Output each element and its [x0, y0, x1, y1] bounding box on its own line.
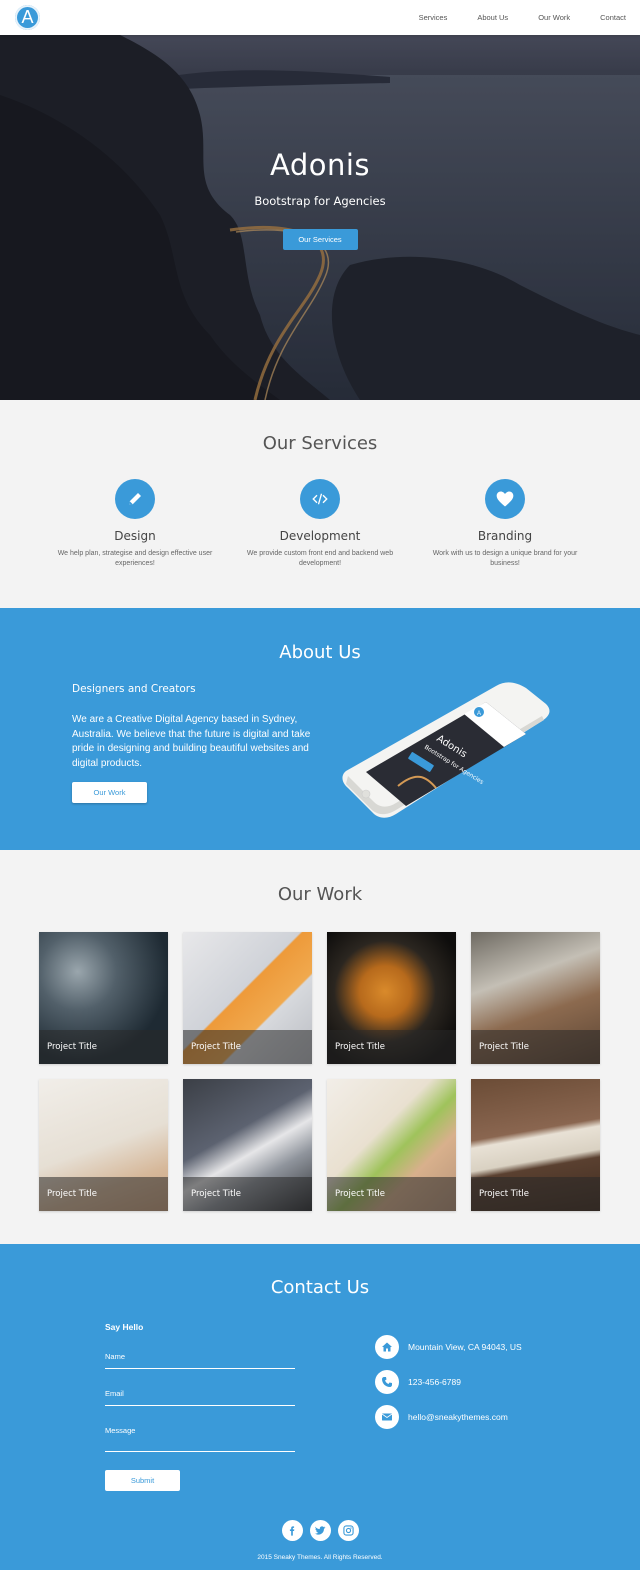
submit-button[interactable]: Submit	[105, 1470, 180, 1491]
about-subtitle: Designers and Creators	[72, 683, 196, 695]
project-title: Project Title	[39, 1030, 168, 1064]
contact-form: Say Hello Name Email Message Submit	[105, 1322, 295, 1491]
message-field[interactable]: Message	[105, 1426, 295, 1452]
nav-links: Services About Us Our Work Contact	[419, 0, 626, 35]
address-row: Mountain View, CA 94043, US	[375, 1334, 522, 1360]
email-row: hello@sneakythemes.com	[375, 1404, 522, 1430]
address-text: Mountain View, CA 94043, US	[408, 1342, 522, 1352]
about-section: About Us Designers and Creators We are a…	[0, 608, 640, 850]
service-text: We help plan, strategise and design effe…	[57, 550, 213, 567]
name-field[interactable]: Name	[105, 1352, 295, 1369]
work-section: Our Work Project Title Project Title Pro…	[0, 850, 640, 1244]
service-branding: Branding Work with us to design a unique…	[415, 479, 595, 569]
service-title: Development	[279, 529, 361, 543]
home-icon	[375, 1335, 399, 1359]
social-links	[0, 1520, 640, 1541]
work-grid: Project Title Project Title Project Titl…	[0, 932, 640, 1211]
services-title: Our Services	[262, 433, 378, 454]
hero-content: Adonis Bootstrap for Agencies Our Servic…	[0, 148, 640, 250]
service-text: Work with us to design a unique brand fo…	[432, 550, 578, 567]
services-row: Design We help plan, strategise and desi…	[0, 479, 640, 569]
hero-subtitle: Bootstrap for Agencies	[254, 194, 386, 208]
contact-section: Contact Us Say Hello Name Email Message …	[0, 1244, 640, 1570]
phone-mockup: A Adonis Bootstrap for Agencies	[342, 682, 550, 818]
phone-row: 123-456-6789	[375, 1369, 522, 1395]
our-work-button[interactable]: Our Work	[72, 782, 147, 803]
project-tile[interactable]: Project Title	[39, 932, 168, 1064]
phone-logo: A	[477, 711, 481, 717]
envelope-icon	[375, 1405, 399, 1429]
project-title: Project Title	[471, 1030, 600, 1064]
nav-link-contact[interactable]: Contact	[600, 13, 626, 22]
email-text[interactable]: hello@sneakythemes.com	[408, 1412, 508, 1422]
project-title: Project Title	[183, 1177, 312, 1211]
navbar: A Services About Us Our Work Contact	[0, 0, 640, 35]
our-services-button[interactable]: Our Services	[282, 229, 358, 250]
hero-title: Adonis	[269, 148, 371, 182]
copyright: 2015 Sneaky Themes. All Rights Reserved.	[257, 1554, 383, 1561]
nav-link-work[interactable]: Our Work	[538, 13, 570, 22]
phone-icon	[375, 1370, 399, 1394]
project-title: Project Title	[327, 1177, 456, 1211]
project-tile[interactable]: Project Title	[183, 932, 312, 1064]
about-text: We are a Creative Digital Agency based i…	[72, 714, 311, 769]
project-tile[interactable]: Project Title	[183, 1079, 312, 1211]
project-tile[interactable]: Project Title	[327, 932, 456, 1064]
services-section: Our Services Design We help plan, strate…	[0, 400, 640, 608]
heart-icon	[485, 479, 525, 519]
project-title: Project Title	[327, 1030, 456, 1064]
service-design: Design We help plan, strategise and desi…	[45, 479, 225, 569]
pencil-icon	[115, 479, 155, 519]
project-tile[interactable]: Project Title	[471, 932, 600, 1064]
project-tile[interactable]: Project Title	[39, 1079, 168, 1211]
project-tile[interactable]: Project Title	[471, 1079, 600, 1211]
instagram-icon[interactable]	[337, 1520, 359, 1541]
contact-info: Mountain View, CA 94043, US 123-456-6789…	[375, 1334, 522, 1439]
project-title: Project Title	[471, 1177, 600, 1211]
about-left: Designers and Creators We are a Creative…	[72, 683, 317, 803]
project-title: Project Title	[183, 1030, 312, 1064]
project-tile[interactable]: Project Title	[327, 1079, 456, 1211]
work-title: Our Work	[277, 884, 363, 905]
service-title: Design	[114, 529, 156, 543]
hero: Adonis Bootstrap for Agencies Our Servic…	[0, 35, 640, 400]
form-title: Say Hello	[105, 1322, 144, 1332]
contact-title: Contact Us	[270, 1277, 370, 1298]
logo[interactable]: A	[15, 5, 40, 30]
service-title: Branding	[477, 529, 533, 543]
service-text: We provide custom front end and backend …	[246, 550, 394, 567]
phone-text: 123-456-6789	[408, 1377, 461, 1387]
code-icon	[300, 479, 340, 519]
twitter-icon[interactable]	[309, 1520, 331, 1541]
email-field[interactable]: Email	[105, 1389, 295, 1406]
facebook-icon[interactable]	[281, 1520, 303, 1541]
nav-link-about[interactable]: About Us	[477, 13, 508, 22]
project-title: Project Title	[39, 1177, 168, 1211]
about-title: About Us	[279, 642, 361, 663]
nav-link-services[interactable]: Services	[419, 13, 448, 22]
service-development: Development We provide custom front end …	[230, 479, 410, 569]
